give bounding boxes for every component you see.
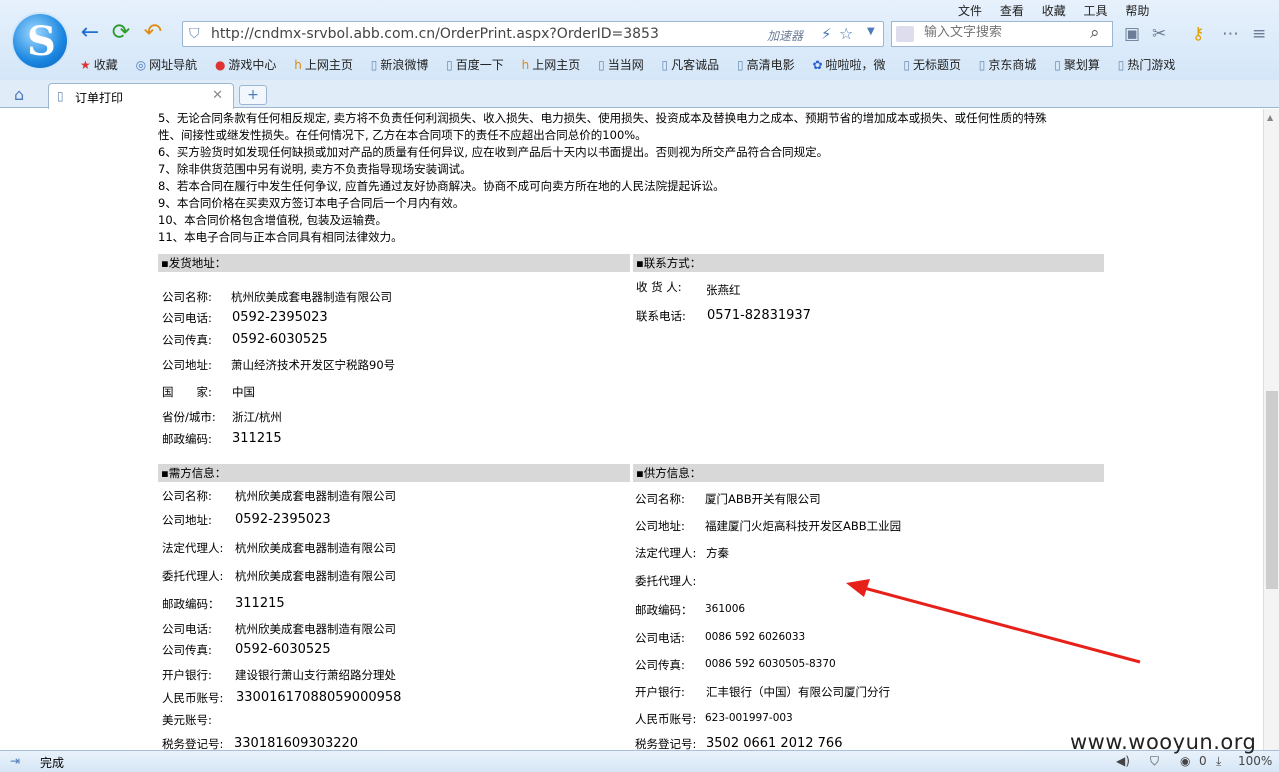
chevron-down-icon[interactable]: ▼: [867, 26, 875, 37]
bookmark-item[interactable]: h 上网主页: [522, 56, 581, 73]
search-icon[interactable]: ⌕: [1090, 23, 1100, 43]
briefcase-icon[interactable]: ⛉: [1150, 754, 1159, 769]
panel-toggle-icon[interactable]: ⇥: [10, 754, 20, 768]
home-icon[interactable]: ⌂: [14, 85, 24, 104]
menu-help[interactable]: 帮助: [1125, 4, 1149, 18]
key-icon[interactable]: ⚷: [1192, 24, 1204, 44]
back-icon[interactable]: ←: [77, 20, 103, 46]
star-icon[interactable]: ☆: [839, 24, 853, 43]
term-line: 5、无论合同条款有任何相反规定, 卖方将不负责任何利润损失、收入损失、电力损失、…: [158, 111, 1047, 125]
buyer-header: ▪需方信息：: [158, 464, 630, 482]
bookmark-item[interactable]: ▯ 当当网: [598, 56, 644, 73]
bookmark-item[interactable]: h 上网主页: [294, 56, 353, 73]
accelerator-label[interactable]: 加速器: [767, 27, 803, 44]
term-line: 7、除非供货范围中另有说明, 卖方不负责指导现场安装调试。: [158, 162, 472, 176]
term-line: 9、本合同价格在买卖双方签订本电子合同后一个月内有效。: [158, 196, 465, 210]
annotation-arrow: [846, 579, 1141, 664]
tab-title: 订单打印: [75, 91, 124, 105]
scroll-up-icon[interactable]: ▲: [1267, 113, 1273, 122]
bookmark-item[interactable]: ▯ 凡客诚品: [662, 56, 720, 73]
refresh-icon[interactable]: ⟳: [108, 20, 134, 46]
more-icon[interactable]: ⋯: [1222, 24, 1239, 44]
speaker-icon[interactable]: ◀): [1116, 754, 1130, 768]
bookmark-item[interactable]: ▯ 新浪微博: [371, 56, 429, 73]
bookmark-item[interactable]: ▯ 京东商城: [979, 56, 1037, 73]
search-input[interactable]: [924, 25, 1084, 40]
term-line: 6、买方验货时如发现任何缺损或加对产品的质量有任何异议, 应在收到产品后十天内以…: [158, 145, 829, 159]
bookmark-bar: ★ 收藏 ◎ 网址导航 ● 游戏中心 h 上网主页 ▯ 新浪微博 ▯ 百度一下 h 上网主页 …: [80, 56, 1279, 76]
term-line: 11、本电子合同与正本合同具有相同法律效力。: [158, 230, 403, 244]
bookmark-item[interactable]: ▯ 高清电影: [737, 56, 795, 73]
menu-file[interactable]: 文件: [958, 4, 982, 18]
scissors-icon[interactable]: ✂: [1152, 24, 1166, 44]
bookmark-item[interactable]: ◎ 网址导航: [136, 56, 198, 73]
url-text[interactable]: http://cndmx-srvbol.abb.com.cn/OrderPrin…: [211, 26, 659, 42]
close-icon[interactable]: ✕: [212, 88, 223, 103]
search-engine-icon[interactable]: [896, 26, 914, 42]
browser-logo: S: [13, 14, 67, 68]
tab-bar: ⌂ ▯ 订单打印 ✕ +: [0, 80, 1279, 109]
block-count: 0: [1199, 754, 1207, 768]
shipping-header: ▪发货地址：: [158, 254, 630, 272]
tab-order-print[interactable]: ▯ 订单打印 ✕: [48, 83, 234, 109]
supplier-header: ▪供方信息：: [633, 464, 1104, 482]
bookmark-item[interactable]: ★ 收藏: [80, 56, 118, 73]
bolt-icon[interactable]: ⚡: [821, 25, 832, 43]
menu-tools[interactable]: 工具: [1084, 4, 1108, 18]
bookmark-item[interactable]: ▯ 热门游戏: [1118, 56, 1176, 73]
scrollbar-thumb[interactable]: [1266, 391, 1278, 589]
document-icon: ▯: [57, 89, 64, 103]
download-icon[interactable]: ⤓: [1216, 754, 1221, 769]
search-box[interactable]: ⌕: [891, 21, 1113, 47]
bookmark-item[interactable]: ✿ 啦啦啦，微: [812, 56, 885, 73]
status-text: 完成: [40, 756, 65, 770]
zoom-level[interactable]: 100%: [1238, 754, 1272, 768]
extension-icon[interactable]: ▣: [1124, 24, 1140, 44]
bookmark-item[interactable]: ● 游戏中心: [215, 56, 277, 73]
menu-bar: 文件 查看 收藏 工具 帮助: [958, 2, 1163, 19]
browser-toolbar: S ← ⟳ ↶ 文件 查看 收藏 工具 帮助 ⛉ http://cndmx-sr…: [0, 0, 1279, 80]
address-bar[interactable]: ⛉ http://cndmx-srvbol.abb.com.cn/OrderPr…: [182, 21, 884, 47]
vertical-scrollbar[interactable]: ▲: [1263, 109, 1279, 750]
undo-icon[interactable]: ↶: [140, 20, 166, 46]
watermark: www.wooyun.org: [1070, 730, 1257, 754]
bookmark-item[interactable]: ▯ 聚划算: [1054, 56, 1100, 73]
term-line: 8、若本合同在履行中发生任何争议, 应首先通过友好协商解决。协商不成可向卖方所在…: [158, 179, 725, 193]
shield-icon: ⛉: [189, 26, 200, 42]
term-line: 性、间接性或继发性损失。在任何情况下, 乙方在本合同项下的责任不应超出合同总价的…: [158, 128, 647, 142]
contact-header: ▪联系方式：: [633, 254, 1104, 272]
bookmark-item[interactable]: ▯ 百度一下: [446, 56, 504, 73]
new-tab-button[interactable]: +: [239, 85, 267, 105]
menu-icon[interactable]: ≡: [1252, 24, 1266, 44]
shield-icon[interactable]: ◉: [1180, 754, 1190, 768]
bookmark-item[interactable]: ▯ 无标题页: [903, 56, 961, 73]
menu-favorites[interactable]: 收藏: [1042, 4, 1066, 18]
term-line: 10、本合同价格包含增值税, 包装及运输费。: [158, 213, 387, 227]
menu-view[interactable]: 查看: [1000, 4, 1024, 18]
